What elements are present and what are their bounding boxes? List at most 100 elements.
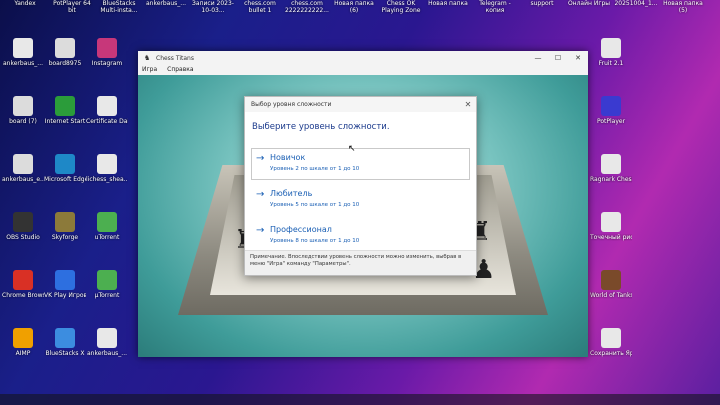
desktop-icon-label: ankerbaus_...	[86, 350, 128, 357]
arrow-right-icon: →	[256, 225, 265, 236]
arrow-right-icon: →	[256, 153, 265, 164]
app-icon	[601, 154, 621, 174]
desktop-icon-label[interactable]: ankerbaus_...	[143, 0, 189, 7]
app-icon	[13, 96, 33, 116]
desktop-icon[interactable]: board (7)	[2, 96, 44, 125]
app-icon	[55, 212, 75, 232]
desktop-icon[interactable]: Сохранить Ярлык	[590, 328, 632, 357]
dialog-note: Примечание. Впоследствии уровень сложнос…	[245, 250, 476, 275]
desktop-icon-label: VK Play Игровой...	[44, 292, 86, 299]
desktop-icon-label[interactable]: BlueStacks Multi-insta...	[96, 0, 142, 14]
desktop-icon[interactable]: µTorrent	[86, 270, 128, 299]
app-icon	[55, 154, 75, 174]
desktop-icon[interactable]: World of Tanks RU	[590, 270, 632, 299]
desktop-icon-label[interactable]: PotPlayer 64 bit	[49, 0, 95, 14]
desktop-icon-label: Instagram	[91, 60, 123, 67]
app-icon	[97, 38, 117, 58]
app-icon	[601, 212, 621, 232]
desktop-icon-label[interactable]: Telegram - копия	[472, 0, 518, 14]
dialog-heading: Выберите уровень сложности.	[252, 122, 390, 132]
app-icon	[55, 96, 75, 116]
desktop-icon-label[interactable]: chess.com bullet 1	[237, 0, 283, 14]
mouse-cursor-icon: ↖	[348, 144, 356, 154]
app-icon	[13, 212, 33, 232]
desktop-icon-label[interactable]: Новая папка	[425, 0, 471, 7]
desktop-icon-label[interactable]: Chess OK Playing Zone	[378, 0, 424, 14]
option-professional[interactable]: → Профессионал Уровень 8 по шкале от 1 д…	[251, 220, 470, 252]
window-titlebar[interactable]: ♞ Chess Titans — ☐ ✕	[138, 51, 588, 65]
desktop-icon-label: Certificate Daily Ch...	[86, 118, 128, 125]
desktop-icon[interactable]: Certificate Daily Ch...	[86, 96, 128, 125]
desktop-icon-label: Skyforge	[51, 234, 79, 241]
desktop-icon[interactable]: board8975	[44, 38, 86, 67]
desktop-icon-label: uTorrent	[94, 234, 120, 241]
desktop-icon-label[interactable]: Онлайн Игры	[566, 0, 612, 7]
option-desc: Уровень 2 по шкале от 1 до 10	[270, 166, 360, 172]
desktop-icon[interactable]: AIMP	[2, 328, 44, 357]
desktop-icon[interactable]: BlueStacks X	[44, 328, 86, 357]
maximize-button[interactable]: ☐	[548, 54, 568, 62]
option-amateur[interactable]: → Любитель Уровень 5 по шкале от 1 до 10	[251, 184, 470, 216]
app-icon	[13, 270, 33, 290]
desktop-icon-label: Ragnark Chess	[590, 176, 632, 183]
minimize-button[interactable]: —	[528, 54, 548, 62]
desktop-icon[interactable]: Microsoft Edge – ...	[44, 154, 86, 183]
desktop-icon[interactable]: Internet Start	[44, 96, 86, 125]
desktop-icon[interactable]: Skyforge	[44, 212, 86, 241]
dialog-title: Выбор уровня сложности	[251, 101, 332, 108]
menu-bar: Игра Справка	[138, 65, 588, 75]
app-icon	[55, 328, 75, 348]
desktop-icon[interactable]: ankerbaus_...	[86, 328, 128, 357]
chess-knight-icon: ♞	[144, 54, 151, 62]
taskbar[interactable]	[0, 394, 720, 405]
difficulty-options: → Новичок Уровень 2 по шкале от 1 до 10 …	[251, 148, 470, 256]
desktop-icon-label[interactable]: Новая папка (5)	[660, 0, 706, 14]
option-beginner[interactable]: → Новичок Уровень 2 по шкале от 1 до 10	[251, 148, 470, 180]
app-icon	[601, 270, 621, 290]
app-icon	[97, 96, 117, 116]
app-icon	[55, 38, 75, 58]
desktop-icon-label: ankerbaus_...	[2, 60, 44, 67]
desktop-icon[interactable]: ankerbaus_e...	[2, 154, 44, 183]
option-name: Любитель	[270, 189, 313, 198]
window-title: Chess Titans	[156, 54, 194, 62]
app-icon	[97, 270, 117, 290]
desktop-icon-label: World of Tanks RU	[590, 292, 632, 299]
desktop-icon[interactable]: Ragnark Chess	[590, 154, 632, 183]
desktop-icon-label[interactable]: support	[519, 0, 565, 7]
desktop-icon-label: µTorrent	[94, 292, 120, 299]
desktop-icon-label[interactable]: Записи 2023- 10-03...	[190, 0, 236, 14]
arrow-right-icon: →	[256, 189, 265, 200]
desktop-icon[interactable]: PotPlayer	[590, 96, 632, 125]
close-button[interactable]: ✕	[568, 54, 588, 62]
dialog-close-button[interactable]: ✕	[460, 100, 476, 109]
option-desc: Уровень 5 по шкале от 1 до 10	[270, 202, 360, 208]
app-icon	[13, 38, 33, 58]
desktop-icon[interactable]: Chrome Browser	[2, 270, 44, 299]
app-icon	[55, 270, 75, 290]
desktop-icon[interactable]: lichess_shea...	[86, 154, 128, 183]
app-icon	[97, 154, 117, 174]
desktop-icon-label: OBS Studio	[6, 234, 40, 241]
desktop-icon[interactable]: VK Play Игровой...	[44, 270, 86, 299]
app-icon	[13, 328, 33, 348]
desktop-icon-label: Fruit 2.1	[598, 60, 624, 67]
desktop-icon-label[interactable]: Новая папка (6)	[331, 0, 377, 14]
desktop-icon[interactable]: Instagram	[86, 38, 128, 67]
desktop-icon[interactable]: uTorrent	[86, 212, 128, 241]
menu-help[interactable]: Справка	[167, 65, 193, 75]
desktop-icon[interactable]: Точечный рисунок	[590, 212, 632, 241]
desktop-icon-label[interactable]: Yandex	[2, 0, 48, 7]
desktop-icon-label[interactable]: 20251004_1...	[613, 0, 659, 7]
menu-game[interactable]: Игра	[142, 65, 157, 75]
difficulty-dialog: Выбор уровня сложности ✕ Выберите уровен…	[244, 96, 477, 276]
desktop-icon[interactable]: ankerbaus_...	[2, 38, 44, 67]
desktop-icon[interactable]: OBS Studio	[2, 212, 44, 241]
desktop-icon-label: Microsoft Edge – ...	[44, 176, 86, 183]
dialog-titlebar: Выбор уровня сложности ✕	[245, 97, 476, 112]
app-icon	[97, 328, 117, 348]
desktop-icon[interactable]: Fruit 2.1	[590, 38, 632, 67]
desktop-icon-label[interactable]: chess.com 2222222222...	[284, 0, 330, 14]
app-icon	[601, 96, 621, 116]
desktop-icon-label: ankerbaus_e...	[2, 176, 44, 183]
